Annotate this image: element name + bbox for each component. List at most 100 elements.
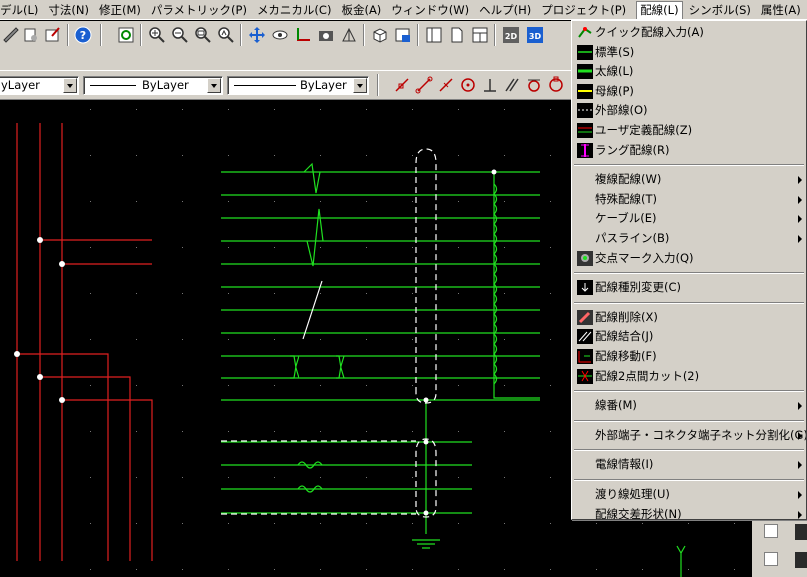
menu-item-label: 太線(L) bbox=[595, 64, 634, 79]
help-icon[interactable]: ? bbox=[72, 24, 94, 46]
zoom-extents-icon[interactable] bbox=[215, 24, 237, 46]
menu-7[interactable]: ヘルプ(H) bbox=[479, 1, 535, 19]
snap-perpendicular-icon[interactable] bbox=[479, 74, 501, 96]
menu-item-0-5[interactable]: ユーザ定義配線(Z) bbox=[574, 121, 806, 140]
menu-1[interactable]: 寸法(N) bbox=[48, 1, 93, 19]
palette-icon-3[interactable] bbox=[795, 524, 807, 540]
standard-wire-icon bbox=[577, 44, 593, 60]
snap-parallel-icon[interactable] bbox=[501, 74, 523, 96]
sheet-icon[interactable] bbox=[338, 24, 360, 46]
zoom-window-icon[interactable] bbox=[192, 24, 214, 46]
menu-0[interactable]: デル(L) bbox=[0, 1, 42, 19]
menu-4[interactable]: メカニカル(C) bbox=[257, 1, 336, 19]
ucs-icon[interactable] bbox=[292, 24, 314, 46]
menu-item-label: 渡り線処理(U) bbox=[595, 487, 670, 501]
menu-item-label: 電線情報(I) bbox=[595, 457, 654, 472]
green-junction-dots bbox=[423, 169, 497, 516]
menu-item-0-1[interactable]: 標準(S) bbox=[574, 43, 806, 62]
submenu-arrow-icon bbox=[798, 402, 802, 411]
linetype-preview bbox=[90, 85, 136, 86]
pan-icon[interactable] bbox=[246, 24, 268, 46]
chevron-down-icon[interactable] bbox=[353, 78, 367, 93]
menu-item-0-2[interactable]: 太線(L) bbox=[574, 62, 806, 81]
menu-item-3-0[interactable]: 配線削除(X) bbox=[574, 308, 806, 327]
menu-item-6-0[interactable]: 電線情報(I) bbox=[574, 455, 806, 474]
red-wires bbox=[16, 123, 153, 561]
linetype-combo[interactable]: ByLayer bbox=[83, 76, 223, 95]
menu-item-label: 配線移動(F) bbox=[595, 349, 657, 363]
menu-item-label: パスライン(B) bbox=[595, 231, 670, 245]
menu-8[interactable]: プロジェクト(P) bbox=[541, 1, 630, 19]
zoom-out-icon[interactable] bbox=[169, 24, 191, 46]
snap-tangent-icon[interactable] bbox=[523, 74, 545, 96]
match-properties-icon[interactable] bbox=[20, 24, 42, 46]
snap-quadrant-icon[interactable] bbox=[545, 74, 567, 96]
submenu-arrow-icon bbox=[798, 510, 802, 519]
menu-item-label: 外部端子・コネクタ端子ネット分割化(G) bbox=[595, 427, 807, 442]
menu-3[interactable]: パラメトリック(P) bbox=[151, 1, 251, 19]
menu-item-1-4[interactable]: 交点マーク入力(Q) bbox=[574, 249, 806, 268]
menu-6[interactable]: ウィンドウ(W) bbox=[391, 1, 473, 19]
menu-item-label: 外部線(O) bbox=[595, 103, 648, 118]
snap-midpoint-icon[interactable] bbox=[413, 74, 435, 96]
menu-item-7-1[interactable]: 配線交差形状(N) bbox=[574, 505, 806, 520]
regen-icon[interactable] bbox=[115, 24, 137, 46]
linetype-combo-value: ByLayer bbox=[142, 78, 189, 92]
menu-item-label: ケーブル(E) bbox=[595, 211, 657, 226]
junction-mark-icon bbox=[577, 250, 593, 266]
quick-wire-icon bbox=[577, 25, 593, 40]
menu-item-label: 配線交差形状(N) bbox=[595, 506, 682, 520]
menu-5[interactable]: 板金(A) bbox=[341, 1, 385, 19]
palette-icon-4[interactable] bbox=[795, 552, 807, 568]
menubar: デル(L) 寸法(N) 修正(M) パラメトリック(P) メカニカル(C) 板金(A) ウィ… bbox=[0, 0, 807, 20]
camera-icon[interactable] bbox=[315, 24, 337, 46]
view-2d-button[interactable]: 2D bbox=[500, 24, 522, 46]
menu-item-2-0[interactable]: 配線種別変更(C) bbox=[574, 278, 806, 297]
view-3d-button[interactable]: 3D bbox=[524, 24, 546, 46]
menu-item-5-0[interactable]: 外部端子・コネクタ端子ネット分割化(G) bbox=[574, 426, 806, 445]
wire-move-icon bbox=[577, 349, 593, 364]
wire-cut-icon bbox=[577, 368, 593, 384]
menu-item-1-2[interactable]: ケーブル(E) bbox=[574, 209, 806, 228]
menu-item-3-2[interactable]: 配線移動(F) bbox=[574, 347, 806, 366]
palette-icon-2[interactable] bbox=[764, 552, 778, 566]
submenu-arrow-icon bbox=[798, 491, 802, 499]
3d-box-icon[interactable] bbox=[369, 24, 391, 46]
user-wire-icon bbox=[577, 123, 593, 138]
zoom-in-icon[interactable] bbox=[146, 24, 168, 46]
menu-11[interactable]: 属性(A) bbox=[761, 1, 805, 19]
menu-item-4-0[interactable]: 線番(M) bbox=[574, 396, 806, 415]
menu-item-label: 母線(P) bbox=[595, 83, 634, 98]
snap-endpoint-icon[interactable] bbox=[391, 74, 413, 96]
menu-item-0-0[interactable]: クイック配線入力(A) bbox=[574, 23, 806, 42]
panel-icon[interactable] bbox=[469, 24, 491, 46]
edit-properties-icon[interactable] bbox=[42, 24, 64, 46]
view-eye-icon[interactable] bbox=[269, 24, 291, 46]
page-icon[interactable] bbox=[446, 24, 468, 46]
chevron-down-icon[interactable] bbox=[63, 78, 77, 93]
menu-item-1-1[interactable]: 特殊配線(T) bbox=[574, 190, 806, 209]
snap-center-icon[interactable] bbox=[457, 74, 479, 96]
tool-icon-1[interactable] bbox=[0, 24, 22, 46]
layer-combo[interactable]: yLayer bbox=[0, 76, 79, 95]
menu-2[interactable]: 修正(M) bbox=[99, 1, 145, 19]
menu-9[interactable]: 配線(L) bbox=[636, 0, 683, 19]
layout-icon[interactable] bbox=[423, 24, 445, 46]
chevron-down-icon[interactable] bbox=[207, 78, 221, 93]
menu-item-7-0[interactable]: 渡り線処理(U) bbox=[574, 485, 806, 504]
snap-intersection-icon[interactable] bbox=[435, 74, 457, 96]
menu-item-0-3[interactable]: 母線(P) bbox=[574, 82, 806, 101]
menu-separator bbox=[574, 449, 804, 452]
menu-item-0-4[interactable]: 外部線(O) bbox=[574, 101, 806, 120]
menu-10[interactable]: シンボル(S) bbox=[689, 1, 755, 19]
menu-item-0-6[interactable]: ラング配線(R) bbox=[574, 141, 806, 160]
menu-item-1-0[interactable]: 複線配線(W) bbox=[574, 170, 806, 189]
layer-combo-value: yLayer bbox=[1, 78, 40, 92]
menu-item-1-3[interactable]: パスライン(B) bbox=[574, 229, 806, 248]
menu-item-3-1[interactable]: 配線結合(J) bbox=[574, 327, 806, 346]
lineweight-combo[interactable]: ByLayer bbox=[227, 76, 369, 95]
menu-item-3-3[interactable]: 配線2点間カット(2) bbox=[574, 367, 806, 386]
submenu-arrow-icon bbox=[798, 235, 802, 243]
palette-icon-1[interactable] bbox=[764, 524, 778, 538]
lock-view-icon[interactable] bbox=[392, 24, 414, 46]
